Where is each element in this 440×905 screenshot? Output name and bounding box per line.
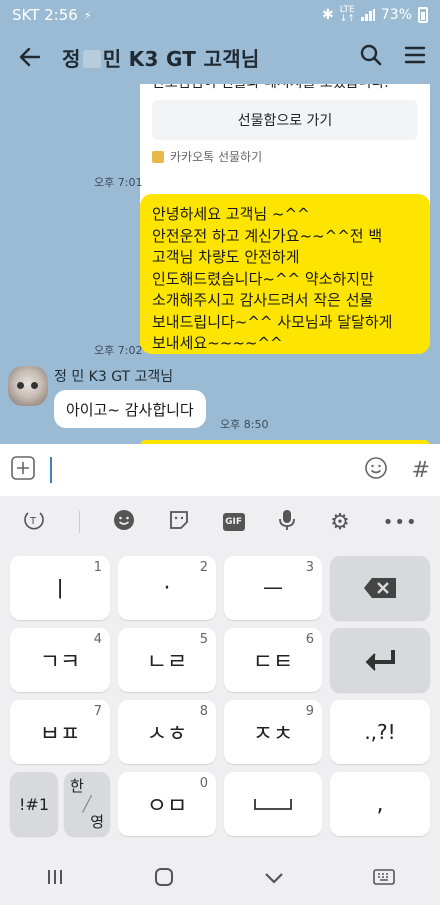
battery-percent: 73% — [380, 7, 412, 23]
key-1-label: ㅣ — [49, 578, 71, 603]
key-1-number: 1 — [93, 560, 102, 575]
my-message-bubble[interactable]: 안녕하세요 고객님 ~^^ 안전운전 하고 계신가요~~^^전 백 고객님 차량… — [140, 194, 430, 354]
space-icon — [254, 799, 292, 810]
key-3-label: ㅡ — [262, 578, 284, 603]
status-bar: SKT 2:56 ⚡ ✱ LTE ↓↑ 73% — [0, 0, 440, 30]
menu-icon[interactable] — [404, 45, 426, 69]
battery-icon — [418, 7, 428, 23]
key-3-number: 3 — [305, 560, 314, 575]
key-8-label: ㅅㅎ — [146, 722, 188, 747]
avatar[interactable] — [8, 366, 48, 406]
lte-icon: LTE ↓↑ — [339, 5, 355, 24]
key-3[interactable]: ㅡ 3 — [224, 556, 322, 620]
search-icon[interactable] — [360, 44, 382, 70]
key-4-number: 4 — [93, 632, 102, 647]
key-4-label: ㄱㅋ — [39, 650, 81, 675]
microphone-icon[interactable] — [277, 508, 297, 536]
chat-area[interactable]: 안모님님이 선물과 메시지를 보냈습니다. 선물함으로 가기 카카오톡 선물하기… — [0, 84, 440, 444]
gift-card-time: 오후 7:01 — [94, 176, 143, 189]
open-gift-box-button[interactable]: 선물함으로 가기 — [152, 100, 418, 140]
gift-card-footer-label: 카카오톡 선물하기 — [170, 150, 263, 164]
enter-key[interactable] — [330, 628, 430, 692]
home-icon[interactable] — [154, 867, 174, 891]
settings-icon[interactable]: ⚙ — [330, 510, 350, 535]
backspace-key[interactable] — [330, 556, 430, 620]
toolbar-divider — [79, 511, 81, 533]
symbols-key[interactable]: !#1 — [10, 772, 58, 836]
key-5[interactable]: ㄴㄹ 5 — [118, 628, 216, 692]
back-button[interactable] — [14, 41, 46, 73]
title-part1: 정 — [62, 46, 81, 71]
key-0-number: 0 — [199, 776, 208, 791]
key-2-number: 2 — [199, 560, 208, 575]
volte-icon: ⚡ — [83, 8, 92, 22]
more-icon[interactable]: ••• — [383, 512, 418, 533]
enter-icon — [365, 650, 395, 671]
key-1[interactable]: ㅣ 1 — [10, 556, 110, 620]
backspace-icon — [364, 578, 396, 598]
key-6[interactable]: ㄷㅌ 6 — [224, 628, 322, 692]
key-0[interactable]: ㅇㅁ 0 — [118, 772, 216, 836]
language-key-korean: 한 — [70, 777, 84, 795]
language-key-slash: ╱ — [82, 795, 92, 813]
keyboard-toolbar: T GIF ⚙ ••• — [0, 496, 440, 548]
hashtag-icon[interactable]: # — [412, 458, 430, 483]
hide-keyboard-icon[interactable] — [264, 870, 284, 889]
title-part2: 민 K3 GT 고객님 — [102, 46, 260, 71]
back-arrow-icon — [19, 47, 41, 67]
key-2-label: · — [163, 575, 171, 601]
key-8[interactable]: ㅅㅎ 8 — [118, 700, 216, 764]
key-6-label: ㄷㅌ — [252, 650, 294, 675]
emoticon-icon[interactable] — [364, 456, 388, 484]
gift-card-text: 안모님님이 선물과 메시지를 보냈습니다. — [152, 84, 389, 94]
svg-text:T: T — [29, 516, 37, 527]
sticker-icon[interactable] — [168, 509, 190, 535]
key-2[interactable]: · 2 — [118, 556, 216, 620]
reply-message-bubble[interactable]: 아이고~ 감사합니다 — [54, 390, 206, 428]
translate-icon[interactable]: T — [22, 508, 46, 536]
system-nav-bar — [0, 853, 440, 905]
key-6-number: 6 — [305, 632, 314, 647]
language-key[interactable]: 한 ╱ 영 — [64, 772, 110, 836]
language-key-english: 영 — [90, 813, 104, 831]
punctuation-key[interactable]: .,?! — [330, 700, 430, 764]
blurred-name-segment — [82, 49, 101, 68]
chat-header: 정 민 K3 GT 고객님 — [0, 30, 440, 84]
key-9[interactable]: ㅈㅊ 9 — [224, 700, 322, 764]
space-key[interactable] — [224, 772, 322, 836]
gift-card-footer: 카카오톡 선물하기 — [152, 148, 262, 165]
key-7-label: ㅂㅍ — [39, 722, 81, 747]
gif-icon[interactable]: GIF — [222, 513, 245, 531]
key-4[interactable]: ㄱㅋ 4 — [10, 628, 110, 692]
bluetooth-icon: ✱ — [322, 7, 334, 23]
my-message-time: 오후 7:02 — [94, 344, 143, 357]
key-7[interactable]: ㅂㅍ 7 — [10, 700, 110, 764]
key-5-label: ㄴㄹ — [146, 650, 188, 675]
signal-icon — [360, 9, 375, 21]
recent-apps-icon[interactable] — [45, 868, 65, 890]
key-5-number: 5 — [199, 632, 208, 647]
message-input[interactable] — [50, 457, 52, 483]
message-input-bar: # — [0, 444, 440, 496]
comma-key[interactable]: , — [330, 772, 430, 836]
key-9-label: ㅈㅊ — [252, 722, 294, 747]
sender-name: 정 민 K3 GT 고객님 — [54, 369, 174, 385]
key-0-label: ㅇㅁ — [146, 794, 188, 819]
gift-box-icon — [152, 150, 164, 163]
key-9-number: 9 — [305, 704, 314, 719]
key-7-number: 7 — [93, 704, 102, 719]
key-8-number: 8 — [199, 704, 208, 719]
keyboard: T GIF ⚙ ••• ㅣ 1 · 2 ㅡ 3 ㄱㅋ 4 ㄴㄹ 5 ㄷㅌ 6 ㅂ… — [0, 496, 440, 905]
chat-title: 정 민 K3 GT 고객님 — [62, 43, 260, 72]
status-time: SKT 2:56 — [12, 6, 78, 24]
keyboard-switch-icon[interactable] — [373, 869, 396, 889]
emoji-icon[interactable] — [113, 509, 135, 535]
plus-icon[interactable] — [10, 455, 36, 485]
reply-time: 오후 8:50 — [220, 418, 269, 431]
